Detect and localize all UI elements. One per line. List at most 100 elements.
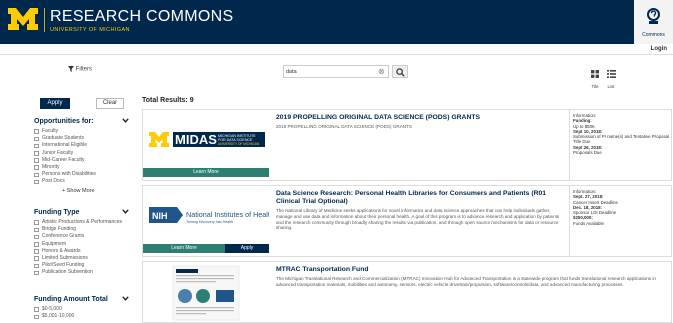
logo-divider: [44, 8, 45, 32]
checkbox[interactable]: [34, 314, 39, 320]
checkbox[interactable]: [34, 242, 39, 247]
search-button[interactable]: [392, 65, 408, 78]
facet-title[interactable]: Funding Amount Total: [34, 296, 134, 303]
checkbox[interactable]: [34, 307, 39, 312]
clear-search-icon[interactable]: ⊗: [378, 67, 385, 77]
card-body: MTRAC Transportation Fund The Michigan T…: [276, 266, 656, 288]
nih-logo-image[interactable]: NIH National Institutes of Health Turnin…: [143, 186, 269, 246]
option-label: Limited Submissions: [42, 255, 88, 262]
block-m-logo-icon[interactable]: [8, 8, 38, 30]
login-bar: Login: [0, 44, 673, 55]
facet-option[interactable]: International Eligible: [34, 142, 134, 149]
filters-toggle[interactable]: Filters: [68, 66, 92, 73]
info-line: Proposals Due: [573, 150, 602, 156]
option-label: Bridge Funding: [42, 226, 76, 233]
option-label: Honors & Awards: [42, 247, 81, 254]
facet-option[interactable]: Limited Submissions: [34, 255, 134, 262]
learn-more-button[interactable]: Learn More: [143, 168, 269, 177]
checkbox[interactable]: [34, 136, 39, 142]
chevron-down-icon[interactable]: [122, 296, 129, 301]
card-description: The National Library of Medicine seeks a…: [276, 208, 560, 231]
checkbox[interactable]: [34, 179, 39, 185]
facet-option[interactable]: Publication Subvention: [34, 269, 134, 276]
facet-funding-type: Funding Type Artistic Productions & Perf…: [34, 209, 134, 277]
mtrac-thumbnail-image[interactable]: [143, 262, 269, 322]
card-actions: Learn More Apply: [143, 244, 269, 253]
option-label: Conference Grants: [42, 233, 85, 240]
search-input[interactable]: [286, 67, 374, 77]
midas-logo-text: MIDAS: [175, 132, 217, 147]
checkbox[interactable]: [34, 158, 39, 163]
login-link[interactable]: Login: [651, 46, 667, 52]
checkbox[interactable]: [34, 263, 39, 269]
facet-title[interactable]: Opportunities for:: [34, 118, 134, 125]
show-more-label: Show More: [66, 187, 95, 194]
facet-option[interactable]: Junior Faculty: [34, 150, 134, 157]
facet-option[interactable]: $5,001-10,000: [34, 313, 134, 320]
checkbox[interactable]: [34, 227, 39, 233]
facet-option[interactable]: Equipment: [34, 241, 134, 248]
checkbox[interactable]: [34, 234, 39, 240]
option-label: Graduate Students: [42, 135, 84, 142]
checkbox[interactable]: [34, 256, 39, 261]
filters-label: Filters: [75, 66, 93, 73]
option-label: Post Docs: [42, 178, 65, 185]
learn-more-button[interactable]: Learn More: [143, 244, 225, 253]
result-card: NIH National Institutes of Health Turnin…: [142, 185, 672, 257]
facet-option[interactable]: Persons with Disabilities: [34, 171, 134, 178]
card-title[interactable]: Data Science Research: Personal Health L…: [276, 190, 566, 206]
facet-option[interactable]: Bridge Funding: [34, 226, 134, 233]
apply-filters-button[interactable]: Apply: [40, 98, 70, 109]
chevron-down-icon[interactable]: [122, 209, 129, 214]
option-label: Publication Subvention: [42, 269, 93, 276]
checkbox[interactable]: [34, 151, 39, 156]
site-title[interactable]: RESEARCH COMMONS: [50, 8, 233, 26]
checkbox[interactable]: [34, 220, 39, 225]
commons-label: Commons: [642, 32, 665, 38]
info-line: Funds Available: [573, 220, 604, 226]
facet-option[interactable]: $0-5,000: [34, 306, 134, 313]
info-line: Submission of PI name(s) and Tentative P…: [573, 134, 670, 145]
show-more-link[interactable]: + Show More: [62, 188, 134, 194]
checkbox[interactable]: [34, 270, 39, 276]
facet-option[interactable]: Honors & Awards: [34, 248, 134, 255]
facet-option[interactable]: Conference Grants: [34, 233, 134, 240]
tile-view-toggle[interactable]: Tile: [590, 65, 600, 89]
checkbox[interactable]: [34, 165, 39, 170]
facet-option[interactable]: Post Docs: [34, 178, 134, 185]
option-label: $5,001-10,000: [42, 313, 75, 320]
facet-opportunities: Opportunities for: Faculty Graduate Stud…: [34, 118, 134, 194]
facet-option[interactable]: Artistic Productions & Performances: [34, 219, 134, 226]
list-label: List: [607, 84, 615, 89]
facet-option[interactable]: Mid-Career Faculty: [34, 157, 134, 164]
facet-option[interactable]: Pilot/Seed Funding: [34, 262, 134, 269]
result-card: MIDAS MICHIGAN INSTITUTE FOR DATA SCIENC…: [142, 109, 672, 181]
checkbox[interactable]: [34, 143, 39, 149]
chevron-down-icon[interactable]: [122, 118, 129, 123]
facet-title[interactable]: Funding Type: [34, 209, 134, 216]
site-subtitle: UNIVERSITY OF MICHIGAN: [50, 27, 130, 33]
option-label: International Eligible: [42, 142, 88, 149]
card-title[interactable]: MTRAC Transportation Fund: [276, 266, 566, 274]
list-icon: [606, 70, 616, 78]
midas-logo-image[interactable]: MIDAS MICHIGAN INSTITUTE FOR DATA SCIENC…: [143, 110, 269, 170]
facet-option[interactable]: Graduate Students: [34, 135, 134, 142]
facet-option[interactable]: Faculty: [34, 128, 134, 135]
clear-filters-button[interactable]: Clear: [96, 98, 124, 109]
option-label: Faculty: [42, 128, 59, 134]
list-view-toggle[interactable]: List: [605, 65, 617, 89]
card-description: The Michigan Translational Research and …: [276, 276, 656, 287]
nih-tagline: Turning Discovery Into Health: [186, 220, 233, 224]
apply-button[interactable]: Apply: [225, 244, 269, 253]
nih-logo-text: NIH: [152, 211, 168, 221]
search-icon: [396, 68, 405, 77]
checkbox[interactable]: [34, 129, 39, 134]
total-results: Total Results: 9: [142, 97, 194, 104]
facet-option[interactable]: Minority: [34, 164, 134, 171]
checkbox[interactable]: [34, 172, 39, 178]
commons-link[interactable]: Commons: [634, 0, 673, 44]
card-description: 2019 PROPELLING ORIGINAL DATA SCIENCE (P…: [276, 124, 412, 129]
checkbox[interactable]: [34, 249, 39, 254]
card-title[interactable]: 2019 PROPELLING ORIGINAL DATA SCIENCE (P…: [276, 114, 566, 122]
option-label: Pilot/Seed Funding: [42, 262, 85, 269]
